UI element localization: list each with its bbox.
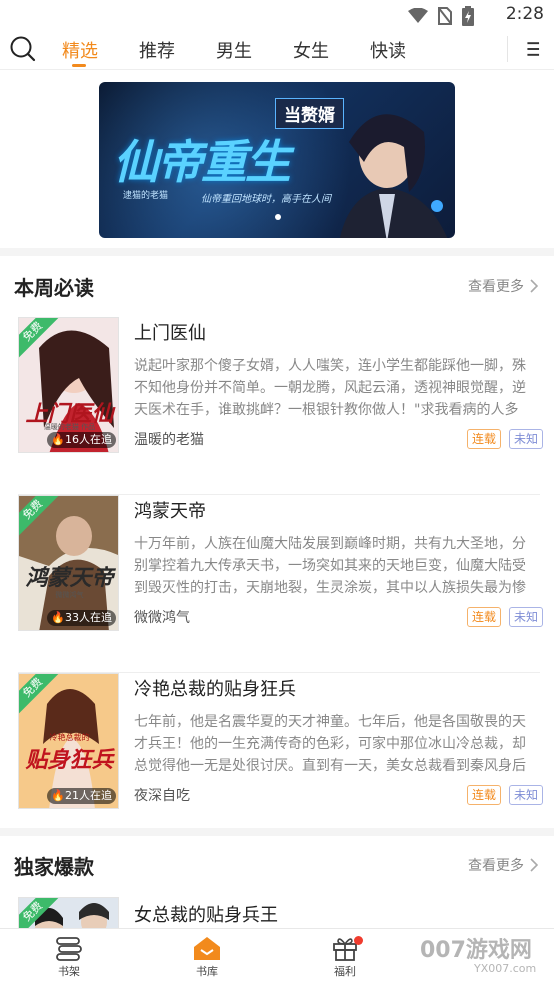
nav-library[interactable]: 书库 — [172, 935, 242, 979]
book-item[interactable]: 免费 鸿蒙天帝 微微鸿气 🔥33人在追 鸿蒙天帝 十万年前，人族在仙魔大陆发展到… — [0, 495, 554, 673]
see-more-label: 查看更多 — [468, 279, 524, 295]
flame-icon: 🔥 — [51, 433, 65, 446]
tab-female[interactable]: 女生 — [293, 37, 370, 69]
banner-subtitle: 逮猫的老猫 — [123, 191, 169, 201]
section-title-exclusive: 独家爆款 — [14, 855, 94, 879]
book-author: 微微鸿气 — [134, 610, 190, 626]
no-sim-icon — [438, 7, 452, 25]
book-item[interactable]: 免费 女总裁的贴身兵王 — [0, 897, 554, 928]
nav-bookshelf[interactable]: 书架 — [34, 935, 104, 979]
banner-tag: 当赘婿 — [275, 98, 344, 129]
section-title-weekly: 本周必读 — [14, 276, 94, 300]
category-tabs: 精选 推荐 男生 女生 快读 — [62, 37, 447, 69]
status-tag: 连载 — [467, 429, 502, 449]
book-title: 上门医仙 — [134, 323, 206, 344]
book-description: 说起叶家那个傻子女婿，人人嗤笑，连小学生都能踩他一脚，殊不知他身份并不简单。一朝… — [134, 358, 526, 418]
tab-recommended[interactable]: 推荐 — [139, 37, 216, 69]
active-tab-indicator — [72, 64, 86, 67]
nav-label: 书架 — [58, 965, 80, 978]
battery-icon — [462, 6, 474, 26]
tab-label: 精选 — [62, 41, 98, 62]
book-item[interactable]: 免费 上门医仙 温暖的老猫 作品 🔥16人在追 上门医仙 说起叶家那个傻子女婿，… — [0, 317, 554, 495]
banner-title: 仙帝重生 — [113, 135, 291, 189]
nav-label: 书库 — [196, 965, 218, 978]
tab-male[interactable]: 男生 — [216, 37, 293, 69]
book-title: 鸿蒙天帝 — [134, 501, 206, 522]
tab-label: 快读 — [370, 41, 406, 62]
reader-count: 16人在追 — [65, 433, 112, 446]
cover-author: 温暖的老猫 作品 — [43, 423, 96, 431]
chevron-right-icon — [530, 279, 538, 293]
watermark-logo: 007游戏网 — [420, 938, 532, 963]
search-icon[interactable] — [10, 36, 36, 62]
bookshelf-icon — [56, 937, 82, 961]
book-description: 七年前，他是名震华夏的天才神童。七年后，他是各国敬畏的天才兵王！他的一生充满传奇… — [134, 714, 526, 774]
carousel-dot-active — [275, 214, 281, 220]
nav-welfare[interactable]: 福利 — [310, 935, 380, 979]
cover-title: 贴身狂兵 — [25, 748, 114, 773]
chevron-right-icon — [530, 858, 538, 872]
book-description: 十万年前，人族在仙魔大陆发展到巅峰时期，共有九大圣地，分别掌控着九大传承天书，一… — [134, 536, 526, 596]
book-cover[interactable]: 免费 — [18, 897, 119, 928]
watermark-url: YX007.com — [474, 962, 537, 975]
book-title: 女总裁的贴身兵王 — [134, 905, 278, 926]
tab-featured[interactable]: 精选 — [62, 37, 139, 69]
book-title: 冷艳总裁的贴身狂兵 — [134, 679, 296, 700]
see-more-exclusive[interactable]: 查看更多 — [468, 855, 538, 875]
section-divider — [0, 248, 554, 256]
reader-count-badge: 🔥16人在追 — [47, 432, 116, 448]
nav-label: 福利 — [334, 965, 356, 978]
tab-label: 女生 — [293, 41, 329, 62]
cover-title: 鸿蒙天帝 — [25, 566, 114, 591]
notification-dot — [354, 936, 363, 945]
reader-count-badge: 🔥21人在追 — [47, 788, 116, 804]
tab-label: 推荐 — [139, 41, 175, 62]
library-home-icon — [194, 937, 220, 960]
status-icons — [408, 6, 474, 26]
book-cover[interactable]: 免费 上门医仙 温暖的老猫 作品 🔥16人在追 — [18, 317, 119, 453]
promo-banner[interactable]: 当赘婿 仙帝重生 逮猫的老猫 仙帝重回地球时，高手在人间 — [99, 82, 455, 238]
banner-tagline: 仙帝重回地球时，高手在人间 — [201, 194, 331, 205]
book-cover[interactable]: 免费 冷艳总裁的 贴身狂兵 🔥21人在追 — [18, 673, 119, 809]
book-cover[interactable]: 免费 鸿蒙天帝 微微鸿气 🔥33人在追 — [18, 495, 119, 631]
see-more-label: 查看更多 — [468, 858, 524, 874]
wifi-icon — [408, 8, 428, 23]
flame-icon: 🔥 — [51, 789, 65, 802]
category-tag: 未知 — [509, 429, 544, 449]
category-tag: 未知 — [509, 785, 544, 805]
menu-icon[interactable] — [507, 36, 541, 62]
category-tag: 未知 — [509, 607, 544, 627]
book-author: 夜深自吃 — [134, 788, 190, 804]
tab-label: 男生 — [216, 41, 252, 62]
status-tag: 连载 — [467, 607, 502, 627]
reader-count: 33人在追 — [65, 611, 112, 624]
reader-count: 21人在追 — [65, 789, 112, 802]
section-divider — [0, 828, 554, 836]
status-bar: 2:28 — [0, 0, 554, 30]
see-more-weekly[interactable]: 查看更多 — [468, 276, 538, 296]
status-time: 2:28 — [505, 4, 544, 24]
book-author: 温暖的老猫 — [134, 432, 204, 448]
tab-quick-read[interactable]: 快读 — [370, 37, 447, 69]
cover-author: 微微鸿气 — [55, 591, 84, 599]
flame-icon: 🔥 — [51, 611, 65, 624]
book-item[interactable]: 免费 冷艳总裁的 贴身狂兵 🔥21人在追 冷艳总裁的贴身狂兵 七年前，他是名震华… — [0, 673, 554, 851]
reader-count-badge: 🔥33人在追 — [47, 610, 116, 626]
top-navigation: 精选 推荐 男生 女生 快读 — [0, 30, 554, 70]
carousel-indicator — [275, 214, 281, 220]
status-tag: 连载 — [467, 785, 502, 805]
